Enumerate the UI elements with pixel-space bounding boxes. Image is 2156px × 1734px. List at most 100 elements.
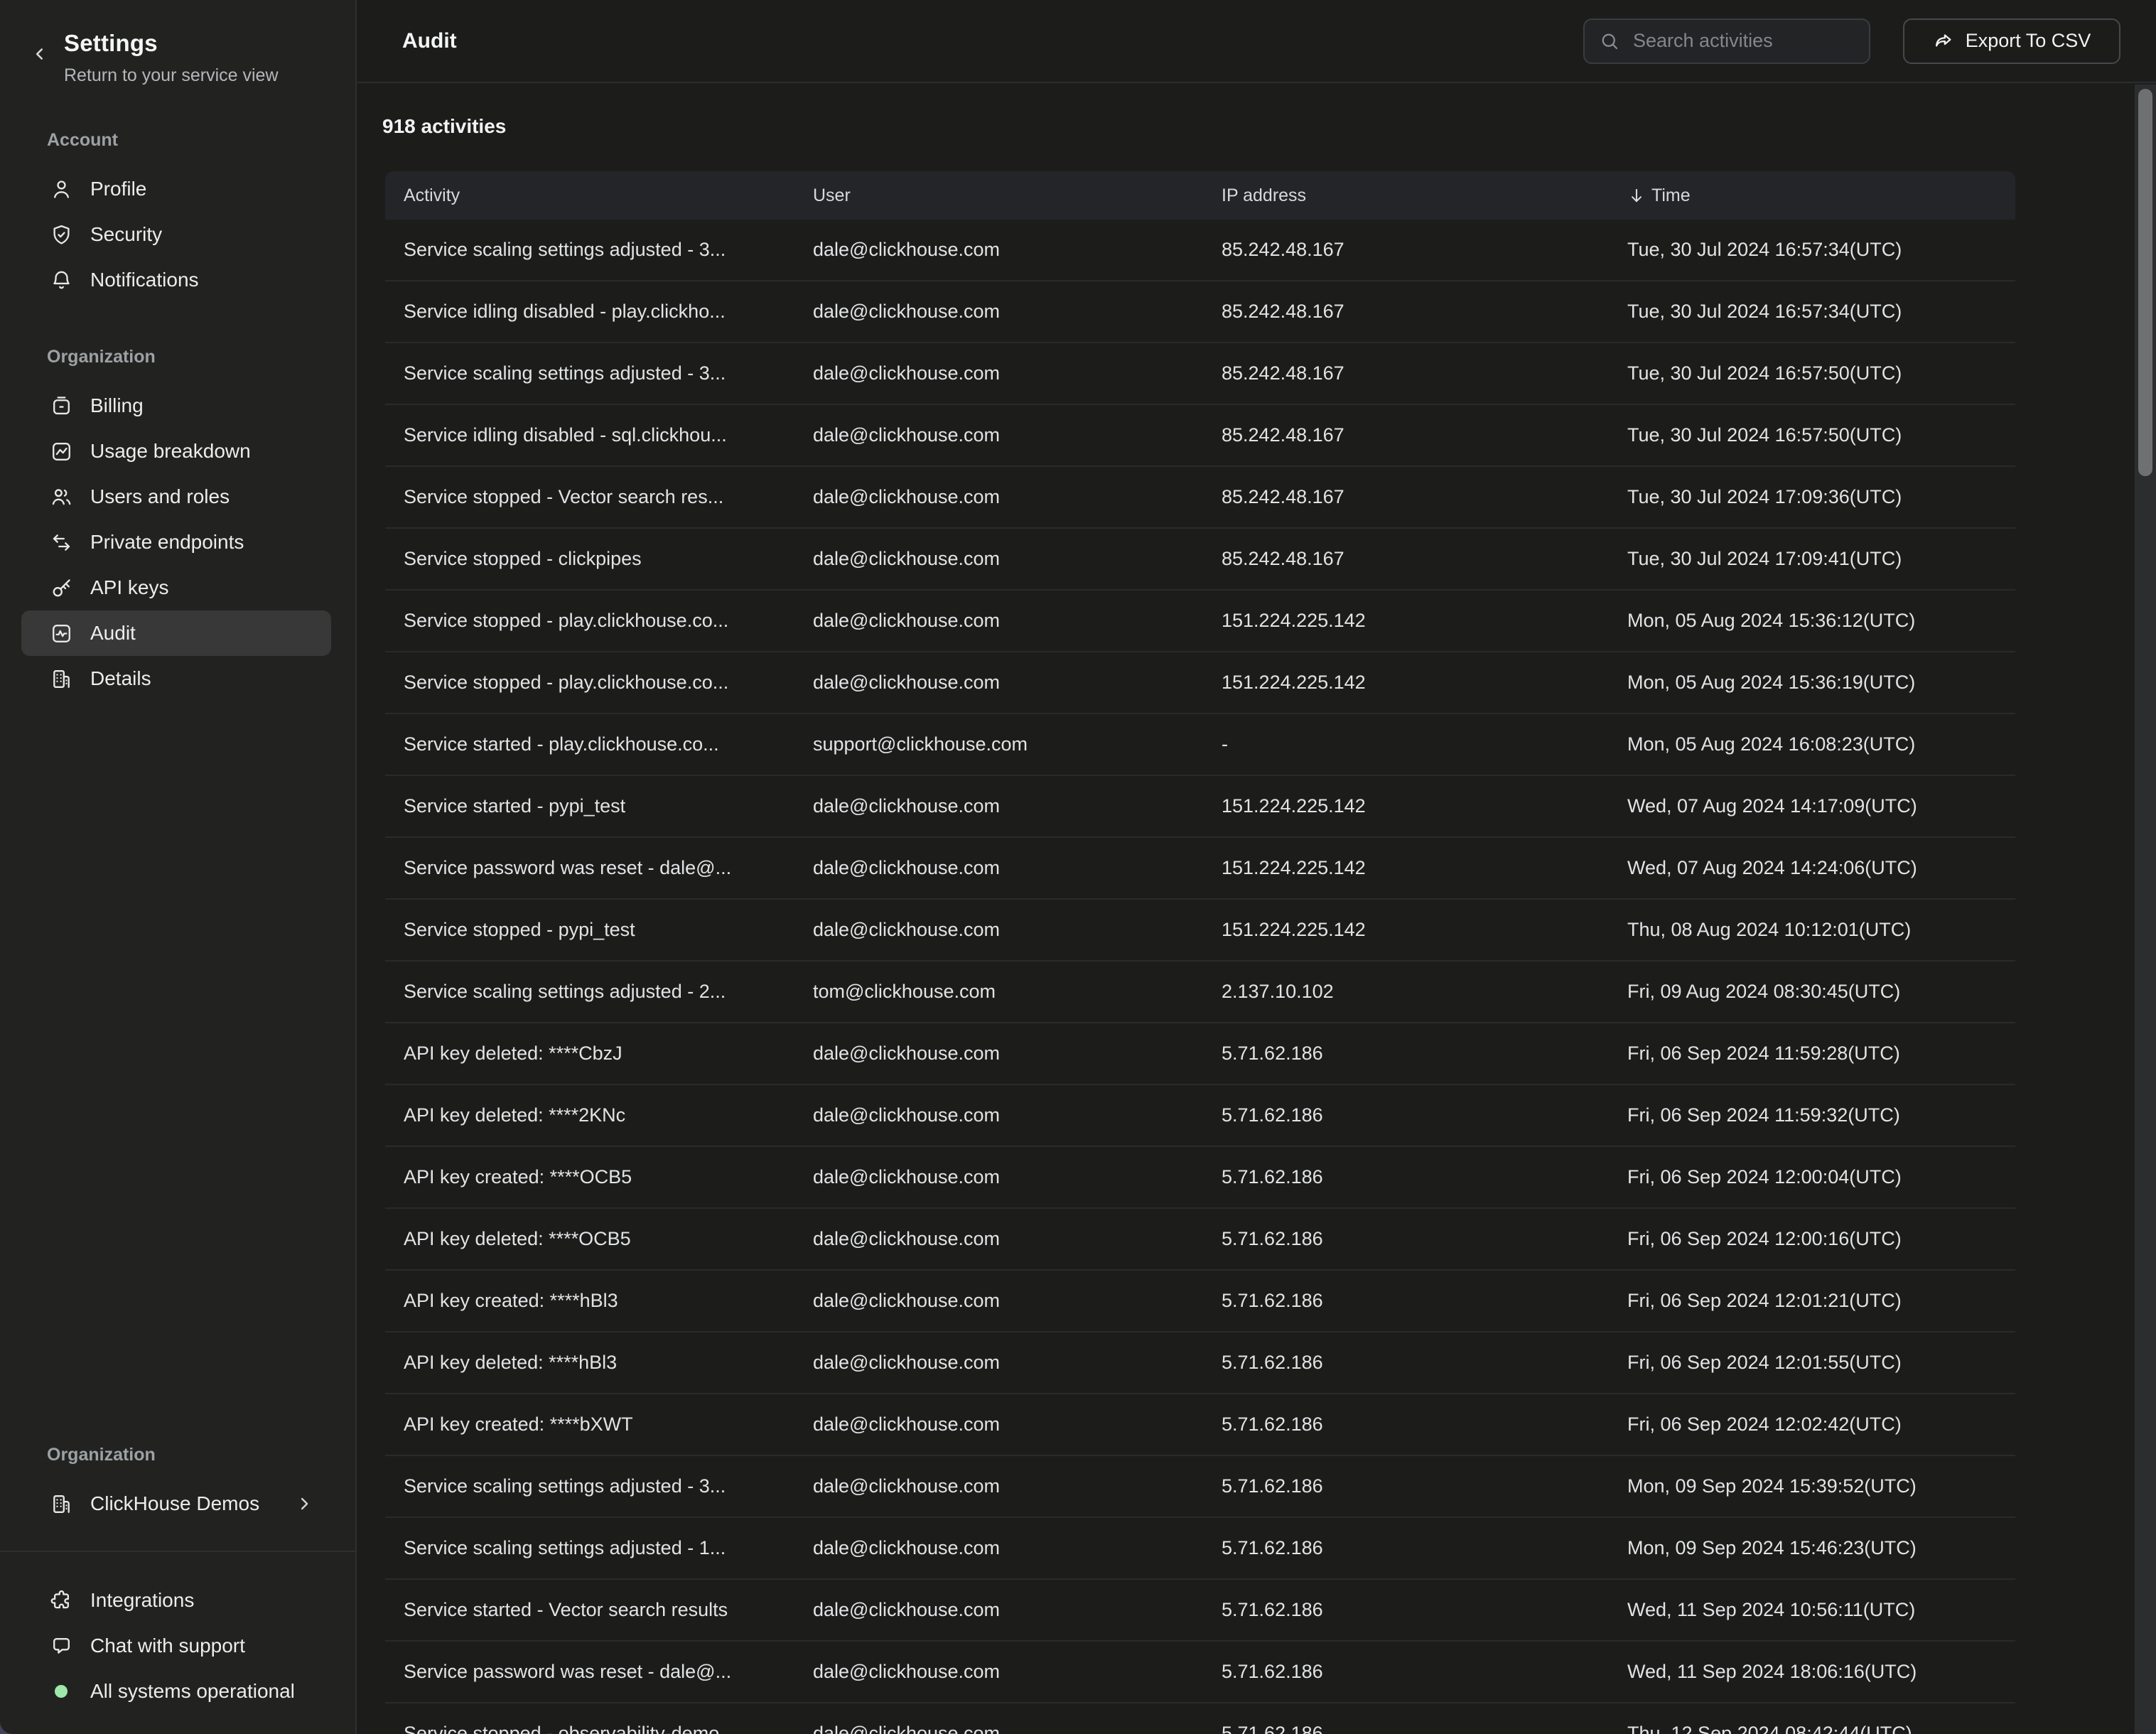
table-row[interactable]: Service stopped - Vector search res... d…: [385, 467, 2015, 529]
sidebar-item-security[interactable]: Security: [21, 212, 331, 257]
user-cell: dale@clickhouse.com: [813, 1661, 1222, 1683]
table-row[interactable]: Service stopped - clickpipes dale@clickh…: [385, 529, 2015, 591]
user-cell: dale@clickhouse.com: [813, 239, 1222, 261]
table-row[interactable]: Service scaling settings adjusted - 3...…: [385, 343, 2015, 405]
ip-cell: 85.242.48.167: [1222, 362, 1627, 384]
sidebar-subtitle: Return to your service view: [64, 65, 334, 86]
table-row[interactable]: Service stopped - play.clickhouse.co... …: [385, 591, 2015, 652]
chevron-left-icon: [31, 45, 49, 63]
activity-cell: Service started - Vector search results: [385, 1599, 813, 1621]
back-button[interactable]: [26, 40, 54, 68]
ip-cell: 5.71.62.186: [1222, 1661, 1627, 1683]
time-cell: Mon, 09 Sep 2024 15:46:23(UTC): [1627, 1537, 2015, 1559]
system-status[interactable]: All systems operational: [21, 1669, 331, 1714]
ip-cell: 85.242.48.167: [1222, 239, 1627, 261]
table-row[interactable]: Service started - play.clickhouse.co... …: [385, 714, 2015, 776]
column-header-activity[interactable]: Activity: [385, 185, 813, 206]
sidebar-item-notifications[interactable]: Notifications: [21, 257, 331, 303]
user-cell: dale@clickhouse.com: [813, 1352, 1222, 1374]
table-row[interactable]: Service stopped - pypi_test dale@clickho…: [385, 900, 2015, 962]
table-row[interactable]: Service scaling settings adjusted - 3...…: [385, 220, 2015, 281]
activity-cell: API key deleted: ****CbzJ: [385, 1043, 813, 1065]
table-row[interactable]: Service stopped - play.clickhouse.co... …: [385, 652, 2015, 714]
time-cell: Fri, 06 Sep 2024 12:02:42(UTC): [1627, 1413, 2015, 1436]
table-row[interactable]: Service stopped - observability-demo dal…: [385, 1703, 2015, 1734]
puzzle-icon: [50, 1589, 73, 1612]
sidebar-item-label: Security: [90, 223, 162, 246]
table-row[interactable]: API key created: ****OCB5 dale@clickhous…: [385, 1147, 2015, 1209]
time-cell: Mon, 05 Aug 2024 15:36:19(UTC): [1627, 672, 2015, 694]
table-row[interactable]: API key created: ****hBl3 dale@clickhous…: [385, 1271, 2015, 1332]
sidebar-item-api-keys[interactable]: API keys: [21, 565, 331, 610]
sidebar-item-profile[interactable]: Profile: [21, 166, 331, 212]
sidebar-item-chat-support[interactable]: Chat with support: [21, 1623, 331, 1669]
table-row[interactable]: Service password was reset - dale@... da…: [385, 1642, 2015, 1703]
sidebar-item-details[interactable]: Details: [21, 656, 331, 701]
column-header-ip[interactable]: IP address: [1222, 185, 1627, 206]
table-row[interactable]: Service idling disabled - sql.clickhou..…: [385, 405, 2015, 467]
activity-cell: API key created: ****OCB5: [385, 1166, 813, 1188]
sidebar-item-label: Integrations: [90, 1589, 194, 1612]
account-section-label: Account: [0, 130, 355, 151]
sidebar-item-billing[interactable]: Billing: [21, 383, 331, 429]
time-cell: Thu, 08 Aug 2024 10:12:01(UTC): [1627, 919, 2015, 941]
time-cell: Fri, 06 Sep 2024 12:00:16(UTC): [1627, 1228, 2015, 1250]
column-header-time-label: Time: [1651, 185, 1691, 206]
audit-table: Activity User IP address Time Service sc…: [385, 171, 2015, 1734]
sidebar-item-label: Profile: [90, 178, 146, 200]
table-row[interactable]: Service scaling settings adjusted - 3...…: [385, 1456, 2015, 1518]
column-header-time[interactable]: Time: [1627, 185, 2015, 206]
sidebar-item-usage-breakdown[interactable]: Usage breakdown: [21, 429, 331, 474]
time-cell: Fri, 06 Sep 2024 12:01:21(UTC): [1627, 1290, 2015, 1312]
activity-cell: Service stopped - Vector search res...: [385, 486, 813, 508]
arrows-left-right-icon: [50, 531, 73, 554]
time-cell: Fri, 09 Aug 2024 08:30:45(UTC): [1627, 981, 2015, 1003]
sidebar-item-integrations[interactable]: Integrations: [21, 1578, 331, 1623]
user-cell: dale@clickhouse.com: [813, 548, 1222, 570]
scrollbar-thumb[interactable]: [2138, 89, 2152, 476]
table-row[interactable]: API key deleted: ****hBl3 dale@clickhous…: [385, 1332, 2015, 1394]
ip-cell: 5.71.62.186: [1222, 1166, 1627, 1188]
ip-cell: 151.224.225.142: [1222, 857, 1627, 879]
table-row[interactable]: Service started - Vector search results …: [385, 1580, 2015, 1642]
ip-cell: 151.224.225.142: [1222, 795, 1627, 817]
page-title: Audit: [402, 29, 457, 53]
ip-cell: 5.71.62.186: [1222, 1228, 1627, 1250]
table-row[interactable]: Service scaling settings adjusted - 2...…: [385, 962, 2015, 1023]
search-input[interactable]: [1632, 29, 1855, 53]
time-cell: Wed, 11 Sep 2024 18:06:16(UTC): [1627, 1661, 2015, 1683]
column-header-user[interactable]: User: [813, 185, 1222, 206]
table-row[interactable]: Service started - pypi_test dale@clickho…: [385, 776, 2015, 838]
audit-content: 918 activities Activity User IP address …: [357, 83, 2156, 1734]
activity-cell: API key created: ****hBl3: [385, 1290, 813, 1312]
audit-pulse-icon: [50, 622, 73, 645]
table-row[interactable]: Service password was reset - dale@... da…: [385, 838, 2015, 900]
ip-cell: 85.242.48.167: [1222, 301, 1627, 323]
settings-sidebar: Settings Return to your service view Acc…: [0, 0, 357, 1734]
time-cell: Fri, 06 Sep 2024 11:59:28(UTC): [1627, 1043, 2015, 1065]
search-box[interactable]: [1583, 18, 1870, 64]
time-cell: Tue, 30 Jul 2024 17:09:36(UTC): [1627, 486, 2015, 508]
ip-cell: 5.71.62.186: [1222, 1537, 1627, 1559]
sidebar-item-private-endpoints[interactable]: Private endpoints: [21, 519, 331, 565]
table-row[interactable]: API key deleted: ****2KNc dale@clickhous…: [385, 1085, 2015, 1147]
sidebar-item-audit[interactable]: Audit: [21, 610, 331, 656]
user-cell: dale@clickhouse.com: [813, 1723, 1222, 1734]
table-row[interactable]: Service idling disabled - play.clickho..…: [385, 281, 2015, 343]
sidebar-item-label: Private endpoints: [90, 531, 244, 554]
table-row[interactable]: API key created: ****bXWT dale@clickhous…: [385, 1394, 2015, 1456]
table-row[interactable]: Service scaling settings adjusted - 1...…: [385, 1518, 2015, 1580]
time-cell: Mon, 05 Aug 2024 16:08:23(UTC): [1627, 733, 2015, 755]
activity-cell: Service stopped - play.clickhouse.co...: [385, 610, 813, 632]
scrollbar-track[interactable]: [2135, 85, 2156, 1734]
time-cell: Wed, 07 Aug 2024 14:24:06(UTC): [1627, 857, 2015, 879]
table-row[interactable]: API key deleted: ****CbzJ dale@clickhous…: [385, 1023, 2015, 1085]
organization-switcher[interactable]: ClickHouse Demos: [21, 1481, 331, 1526]
org-switcher-section: Organization ClickHouse Demos: [0, 1445, 355, 1526]
time-cell: Tue, 30 Jul 2024 16:57:50(UTC): [1627, 424, 2015, 446]
table-row[interactable]: API key deleted: ****OCB5 dale@clickhous…: [385, 1209, 2015, 1271]
export-csv-button[interactable]: Export To CSV: [1903, 18, 2120, 64]
ip-cell: 85.242.48.167: [1222, 486, 1627, 508]
org-footer-label: Organization: [0, 1445, 355, 1465]
sidebar-item-users-and-roles[interactable]: Users and roles: [21, 474, 331, 519]
